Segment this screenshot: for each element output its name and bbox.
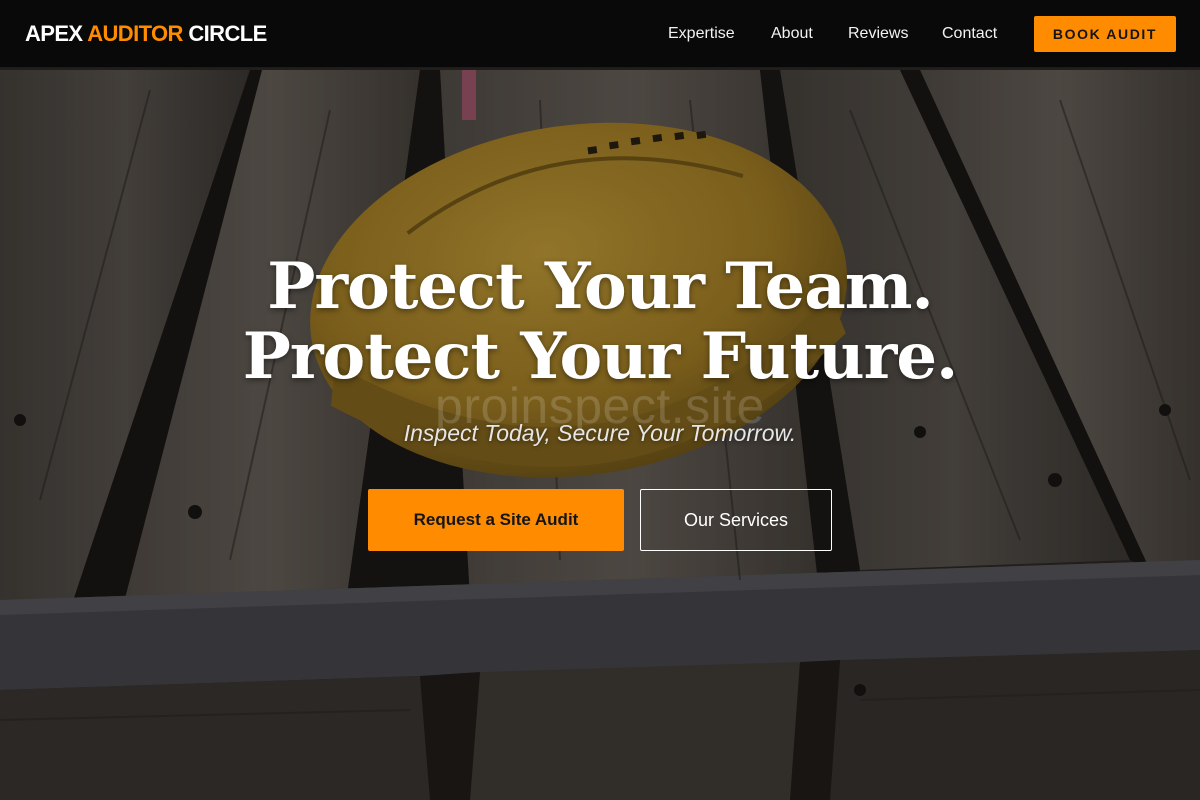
nav-link-contact[interactable]: Contact <box>942 24 997 44</box>
hero-tagline: Inspect Today, Secure Your Tomorrow. <box>403 420 797 446</box>
book-audit-button[interactable]: BOOK AUDIT <box>1034 16 1176 52</box>
logo-word-auditor: AUDITOR <box>87 21 183 46</box>
logo-word-apex: APEX <box>25 21 83 46</box>
logo-word-circle: CIRCLE <box>188 21 267 46</box>
nav-link-about[interactable]: About <box>771 24 813 44</box>
our-services-button[interactable]: Our Services <box>640 489 832 551</box>
request-site-audit-button[interactable]: Request a Site Audit <box>368 489 624 551</box>
headline-line-1: Protect Your Team. <box>267 249 933 324</box>
nav-link-reviews[interactable]: Reviews <box>848 24 908 44</box>
hero-section: proinspect.site Protect Your Team. Prote… <box>0 0 1200 800</box>
hero-headline: Protect Your Team. Protect Your Future. <box>0 252 1200 392</box>
brand-logo[interactable]: APEX AUDITOR CIRCLE <box>25 20 267 48</box>
nav-link-expertise[interactable]: Expertise <box>668 24 735 44</box>
top-navbar: APEX AUDITOR CIRCLE Expertise About Revi… <box>0 0 1200 68</box>
headline-line-2: Protect Your Future. <box>242 319 959 394</box>
